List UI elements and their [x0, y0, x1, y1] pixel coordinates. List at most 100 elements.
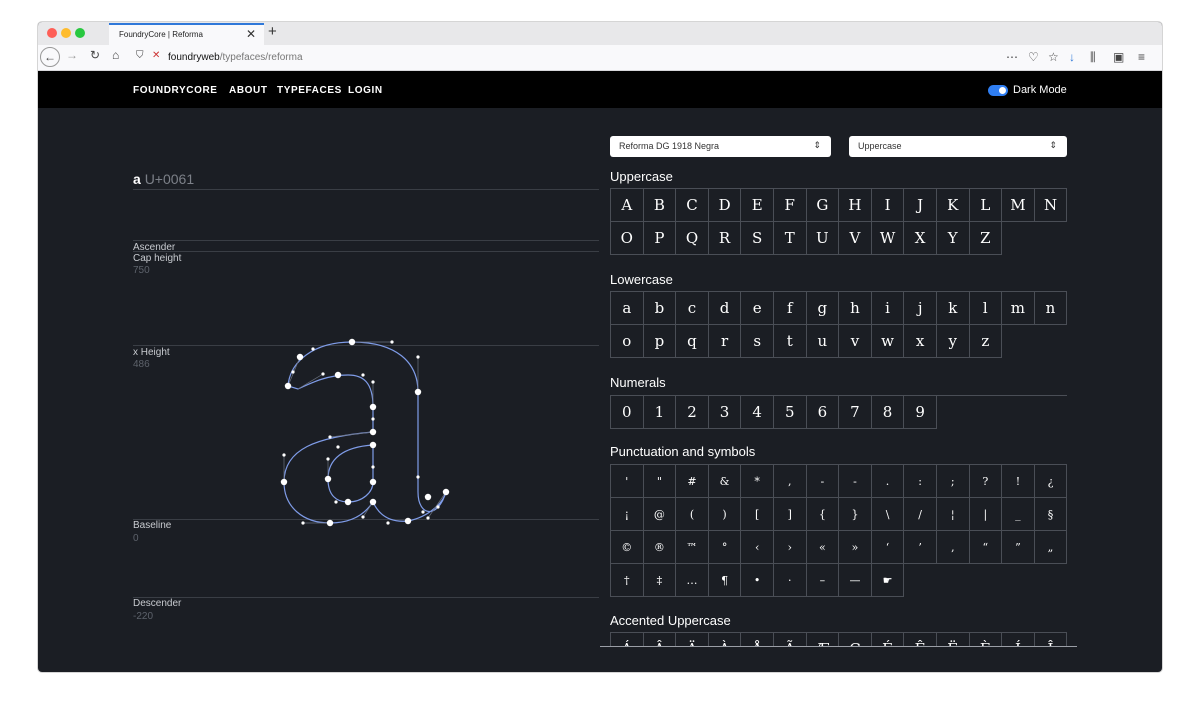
glyph-cell[interactable]: „: [1034, 531, 1068, 564]
nav-brand[interactable]: FOUNDRYCORE: [133, 85, 218, 96]
glyph-cell[interactable]: È: [970, 633, 1003, 646]
glyph-cell[interactable]: F: [773, 189, 807, 222]
set-select[interactable]: Uppercase ⇕: [849, 136, 1067, 157]
glyph-cell[interactable]: Ê: [904, 633, 937, 646]
glyph-cell[interactable]: 1: [643, 396, 677, 429]
glyph-cell[interactable]: 2: [676, 396, 709, 429]
glyph-cell[interactable]: q: [676, 325, 709, 358]
glyph-cell[interactable]: ›: [773, 531, 807, 564]
page-actions-icon[interactable]: ⋯: [1006, 50, 1018, 64]
glyph-cell[interactable]: ': [611, 465, 644, 498]
glyph-cell[interactable]: Î: [1035, 633, 1068, 646]
glyph-cell[interactable]: ’: [904, 531, 937, 564]
glyph-cell[interactable]: o: [611, 325, 644, 358]
glyph-cell[interactable]: …: [676, 564, 709, 597]
pocket-icon[interactable]: ♡: [1028, 50, 1039, 64]
menu-icon[interactable]: ≡: [1138, 50, 1145, 64]
glyph-cell[interactable]: L: [969, 189, 1003, 222]
glyph-cell[interactable]: k: [936, 292, 970, 325]
glyph-cell[interactable]: °: [708, 531, 742, 564]
glyph-cell[interactable]: 0: [611, 396, 644, 429]
home-icon[interactable]: ⌂: [112, 48, 119, 62]
glyph-cell[interactable]: Æ: [807, 633, 840, 646]
glyph-cell[interactable]: ¶: [708, 564, 742, 597]
glyph-cell[interactable]: b: [643, 292, 677, 325]
glyph-cell[interactable]: Y: [936, 222, 970, 255]
glyph-cell[interactable]: ‚: [936, 531, 970, 564]
minimize-window-icon[interactable]: [61, 28, 71, 38]
insecure-lock-icon[interactable]: ✕: [152, 50, 160, 61]
glyph-cell[interactable]: ·: [773, 564, 807, 597]
glyph-cell[interactable]: T: [773, 222, 807, 255]
glyph-cell[interactable]: {: [806, 498, 840, 531]
glyph-cell[interactable]: j: [904, 292, 937, 325]
glyph-cell[interactable]: u: [806, 325, 840, 358]
glyph-cell[interactable]: a: [611, 292, 644, 325]
glyph-cell[interactable]: Ë: [937, 633, 970, 646]
glyph-cell[interactable]: U: [806, 222, 840, 255]
glyph-cell[interactable]: v: [839, 325, 872, 358]
glyph-cell[interactable]: G: [806, 189, 840, 222]
glyph-cell[interactable]: h: [839, 292, 872, 325]
glyph-cell[interactable]: Q: [676, 222, 709, 255]
glyph-cell[interactable]: }: [839, 498, 872, 531]
glyph-cell[interactable]: ": [643, 465, 677, 498]
glyph-cell[interactable]: ;: [936, 465, 970, 498]
new-tab-icon[interactable]: +: [268, 23, 277, 40]
glyph-cell[interactable]: (: [676, 498, 709, 531]
glyph-cell[interactable]: †: [611, 564, 644, 597]
glyph-cell[interactable]: *: [741, 465, 774, 498]
font-select[interactable]: Reforma DG 1918 Negra ⇕: [610, 136, 831, 157]
glyph-cell[interactable]: S: [741, 222, 774, 255]
glyph-cell[interactable]: p: [643, 325, 677, 358]
glyph-cell[interactable]: y: [936, 325, 970, 358]
download-icon[interactable]: ↓: [1069, 50, 1075, 64]
glyph-cell[interactable]: ,: [773, 465, 807, 498]
glyph-cell[interactable]: E: [741, 189, 774, 222]
glyph-cell[interactable]: A: [611, 189, 644, 222]
sidebar-icon[interactable]: ▣: [1113, 50, 1124, 64]
glyph-cell[interactable]: g: [806, 292, 840, 325]
glyph-cell[interactable]: 5: [773, 396, 807, 429]
glyph-cell[interactable]: Í: [1002, 633, 1035, 646]
glyph-cell[interactable]: ☛: [871, 564, 905, 597]
glyph-cell[interactable]: ‘: [871, 531, 905, 564]
glyph-cell[interactable]: ): [708, 498, 742, 531]
glyph-cell[interactable]: 8: [871, 396, 905, 429]
glyph-cell[interactable]: I: [871, 189, 905, 222]
close-tab-icon[interactable]: ✕: [246, 27, 256, 41]
glyph-cell[interactable]: ¦: [936, 498, 970, 531]
glyph-cell[interactable]: !: [1002, 465, 1035, 498]
glyph-cell[interactable]: 4: [741, 396, 774, 429]
glyph-cell[interactable]: ¿: [1034, 465, 1068, 498]
glyph-cell[interactable]: ]: [773, 498, 807, 531]
glyph-cell[interactable]: B: [643, 189, 677, 222]
glyph-cell[interactable]: 7: [839, 396, 872, 429]
nav-typefaces[interactable]: TYPEFACES: [277, 85, 342, 96]
shield-icon[interactable]: ⛉: [136, 50, 144, 61]
nav-about[interactable]: ABOUT: [229, 85, 268, 96]
glyph-cell[interactable]: W: [871, 222, 905, 255]
glyph-cell[interactable]: i: [871, 292, 905, 325]
glyph-cell[interactable]: Â: [644, 633, 677, 646]
glyph-cell[interactable]: z: [969, 325, 1003, 358]
glyph-cell[interactable]: É: [872, 633, 905, 646]
glyph-cell[interactable]: -: [839, 465, 872, 498]
glyph-cell[interactable]: 6: [806, 396, 840, 429]
glyph-cell[interactable]: -: [806, 465, 840, 498]
glyph-cell[interactable]: d: [708, 292, 742, 325]
glyph-cell[interactable]: Á: [611, 633, 644, 646]
url-field[interactable]: foundryweb/typefaces/reforma: [168, 52, 303, 63]
glyph-cell[interactable]: «: [806, 531, 840, 564]
glyph-cell[interactable]: r: [708, 325, 742, 358]
glyph-cell[interactable]: Ä: [676, 633, 709, 646]
close-window-icon[interactable]: [47, 28, 57, 38]
glyph-cell[interactable]: ¡: [611, 498, 644, 531]
glyph-cell[interactable]: @: [643, 498, 677, 531]
glyph-cell[interactable]: ‹: [741, 531, 774, 564]
glyph-cell[interactable]: K: [936, 189, 970, 222]
glyph-cell[interactable]: P: [643, 222, 677, 255]
glyph-cell[interactable]: 3: [708, 396, 742, 429]
glyph-cell[interactable]: ?: [969, 465, 1003, 498]
reload-icon[interactable]: ↻: [90, 48, 100, 62]
